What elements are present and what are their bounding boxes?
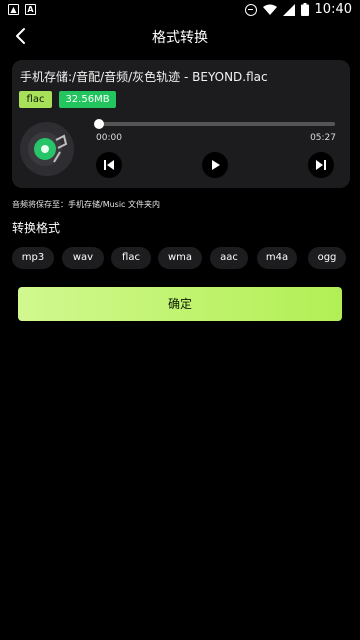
status-time: 10:40 xyxy=(314,2,352,17)
format-chip-wav[interactable]: wav xyxy=(62,247,104,269)
format-chip-aac[interactable]: aac xyxy=(210,247,248,269)
audio-file-card: 手机存储:/音配/音频/灰色轨迹 - BEYOND.flac flac 32.5… xyxy=(12,60,350,188)
skip-previous-icon xyxy=(104,160,114,170)
save-location-note: 音频将保存至：手机存储/Music 文件夹内 xyxy=(12,200,160,209)
status-right: 10:40 xyxy=(244,2,352,17)
progress-knob[interactable] xyxy=(94,119,104,129)
signal-icon xyxy=(282,3,295,16)
size-badge: 32.56MB xyxy=(59,91,116,108)
format-chip-ogg[interactable]: ogg xyxy=(308,247,346,269)
status-bar: ▲ A 10:40 xyxy=(0,0,360,24)
page-title: 格式转换 xyxy=(152,30,208,46)
format-chip-m4a[interactable]: m4a xyxy=(257,247,297,269)
wifi-icon xyxy=(262,4,277,15)
status-left-icons: ▲ A xyxy=(8,4,36,15)
convert-format-label: 转换格式 xyxy=(12,221,61,235)
format-chip-wma[interactable]: wma xyxy=(158,247,202,269)
total-time: 05:27 xyxy=(310,133,336,143)
text-notification-icon: A xyxy=(25,4,36,15)
music-disc-icon xyxy=(20,122,74,176)
next-button[interactable] xyxy=(308,152,334,178)
top-bar: 格式转换 xyxy=(0,24,360,48)
previous-button[interactable] xyxy=(96,152,122,178)
current-time: 00:00 xyxy=(96,133,122,143)
gallery-notification-icon: ▲ xyxy=(8,4,19,15)
play-button[interactable] xyxy=(202,152,228,178)
format-options: mp3 wav flac wma aac m4a ogg xyxy=(12,247,350,269)
format-badge: flac xyxy=(19,91,52,108)
format-chip-flac[interactable]: flac xyxy=(111,247,151,269)
file-path: 手机存储:/音配/音频/灰色轨迹 - BEYOND.flac xyxy=(20,70,268,84)
dnd-icon xyxy=(244,3,257,16)
battery-icon xyxy=(300,3,309,16)
playback-progress[interactable] xyxy=(94,119,335,129)
format-chip-mp3[interactable]: mp3 xyxy=(12,247,54,269)
skip-next-icon xyxy=(316,160,326,170)
play-icon xyxy=(212,160,220,170)
confirm-button[interactable]: 确定 xyxy=(18,287,342,321)
